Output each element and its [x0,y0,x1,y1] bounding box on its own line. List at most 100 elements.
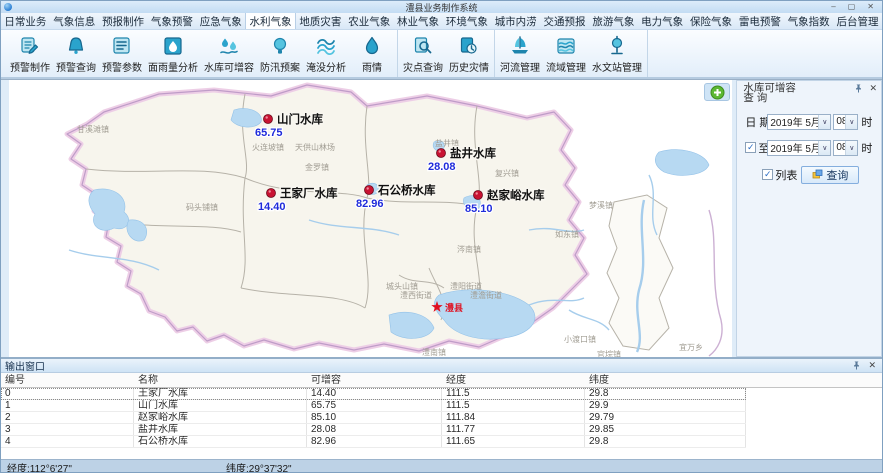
town-label-涔南镇: 涔南镇 [457,244,481,254]
reservoir-marker-王家厂水库[interactable] [267,189,276,198]
toolbar-button-预警参数[interactable]: 预警参数 [99,32,145,75]
maximize-button[interactable]: ▢ [848,2,856,12]
query-button[interactable]: 查询 [801,166,859,184]
menu-tab-林业气象[interactable]: 林业气象 [394,13,443,29]
to-date-checkbox[interactable]: ✓ [745,142,756,153]
submerge-wave-icon [315,34,337,58]
toolbar-button-历史灾情[interactable]: 历史灾情 [446,32,492,75]
table-row-石公桥水库[interactable]: 4石公桥水库82.96111.6529.8 [1,436,882,448]
county-map[interactable]: 甘溪滩镇火连坡镇天供山林场金罗镇盐井镇码头铺镇复兴镇梦溪镇如东镇涔南镇城头山镇澧… [9,80,732,357]
output-table-header: 编号名称可增容经度纬度 [1,373,882,388]
menu-tab-气象指数[interactable]: 气象指数 [784,13,833,29]
cell-经度: 111.84 [442,412,585,423]
output-table-body: 0王家厂水库14.40111.529.81山门水库65.75111.529.92… [1,388,882,459]
chevron-down-icon[interactable]: ∨ [818,141,830,155]
menu-tab-旅游气象[interactable]: 旅游气象 [589,13,638,29]
table-row-盐井水库[interactable]: 3盐井水库28.08111.7729.85 [1,424,882,436]
plus-icon [710,85,725,100]
town-label-城头山镇: 城头山镇 [386,281,418,291]
cell-经度: 111.5 [442,400,585,411]
menu-tab-雷电预警[interactable]: 雷电预警 [735,13,784,29]
cell-纬度: 29.8 [585,388,746,399]
hour-from-select[interactable]: 08 ∨ [833,114,858,130]
list-checkbox[interactable]: ✓ [762,169,773,180]
toolbar-button-雨情[interactable]: 雨情 [349,32,395,75]
toolbar-button-预警制作[interactable]: 预警制作 [7,32,53,75]
menu-tab-水利气象[interactable]: 水利气象 [245,13,296,29]
toolbar-button-label: 水文站管理 [592,59,642,74]
town-label-火连坡镇: 火连坡镇 [252,142,284,152]
column-header-名称[interactable]: 名称 [134,373,307,387]
map-area[interactable]: 甘溪滩镇火连坡镇天供山林场金罗镇盐井镇码头铺镇复兴镇梦溪镇如东镇涔南镇城头山镇澧… [9,80,732,357]
cell-纬度: 29.79 [585,412,746,423]
reservoir-marker-盐井水库[interactable] [437,149,446,158]
column-header-编号[interactable]: 编号 [1,373,134,387]
cell-经度: 111.77 [442,424,585,435]
marker-highlight [269,190,271,192]
status-latitude: 纬度:29°37'32" [220,460,292,473]
close-button[interactable]: ✕ [867,2,874,12]
town-label-码头铺镇: 码头铺镇 [186,202,218,212]
reservoir-value-王家厂水库: 14.40 [258,201,286,213]
toolbar-button-河流管理[interactable]: 河流管理 [497,32,543,75]
column-header-纬度[interactable]: 纬度 [585,373,746,387]
chevron-down-icon[interactable]: ∨ [845,115,857,129]
reservoir-value-赵家峪水库: 85.10 [465,203,493,215]
chevron-down-icon[interactable]: ∨ [845,141,857,155]
toolbar-button-防汛预案[interactable]: 防汛预案 [257,32,303,75]
reservoir-marker-山门水库[interactable] [264,115,273,124]
date-to-select[interactable]: 2019年 5月25日 ∨ [767,140,831,156]
table-row-赵家峪水库[interactable]: 2赵家峪水库85.10111.8429.79 [1,412,882,424]
params-list-icon [111,34,133,58]
map-zoom-in-button[interactable] [704,83,730,101]
panel-close-icon[interactable]: ✕ [869,84,877,93]
menu-tab-预报制作[interactable]: 预报制作 [99,13,148,29]
menu-tab-电力气象[interactable]: 电力气象 [638,13,687,29]
column-header-经度[interactable]: 经度 [442,373,585,387]
minimize-button[interactable]: – [831,2,835,12]
pin-icon[interactable] [854,84,863,93]
toolbar-button-流域管理[interactable]: 流域管理 [543,32,589,75]
output-close-icon[interactable]: ✕ [868,361,876,370]
menu-tab-农业气象[interactable]: 农业气象 [345,13,394,29]
town-label-澧澹街道: 澧澹街道 [470,290,502,300]
menu-tab-地质灾害[interactable]: 地质灾害 [296,13,345,29]
marker-highlight [367,187,369,189]
table-row-王家厂水库[interactable]: 0王家厂水库14.40111.529.8 [1,388,882,400]
toolbar-button-淹没分析[interactable]: 淹没分析 [303,32,349,75]
menu-tab-气象信息[interactable]: 气象信息 [50,13,99,29]
output-window-header: 输出窗口 ✕ [1,359,882,373]
toolbar-button-label: 灾点查询 [403,59,443,74]
menu-tab-气象预警[interactable]: 气象预警 [147,13,196,29]
reservoir-capacity-icon [218,34,240,58]
town-label-如东镇: 如东镇 [555,229,579,239]
cell-名称: 王家厂水库 [134,388,307,399]
menu-tab-日常业务[interactable]: 日常业务 [1,13,50,29]
menu-tab-保险气象[interactable]: 保险气象 [687,13,736,29]
menu-tab-应急气象[interactable]: 应急气象 [196,13,245,29]
menu-tab-后台管理[interactable]: 后台管理 [833,13,882,29]
title-bar: 澧县业务制作系统 – ▢ ✕ [1,1,882,13]
reservoir-value-山门水库: 65.75 [255,127,283,139]
column-header-可增容[interactable]: 可增容 [307,373,442,387]
toolbar-button-预警查询[interactable]: 预警查询 [53,32,99,75]
toolbar-button-水库可增容[interactable]: 水库可增容 [201,32,257,75]
date-from-select[interactable]: 2019年 5月24日 ∨ [767,114,831,130]
reservoir-marker-赵家峪水库[interactable] [474,191,483,200]
reservoir-marker-石公桥水库[interactable] [365,186,374,195]
town-label-澧西街道: 澧西街道 [400,290,432,300]
town-label-复兴镇: 复兴镇 [495,168,519,178]
cell-名称: 石公桥水库 [134,436,307,447]
menu-tab-交通预报[interactable]: 交通预报 [540,13,589,29]
menu-tab-城市内涝[interactable]: 城市内涝 [491,13,540,29]
toolbar-button-label: 雨情 [362,59,382,74]
hour-to-select[interactable]: 08 ∨ [833,140,858,156]
pin-icon[interactable] [852,361,861,370]
table-row-山门水库[interactable]: 1山门水库65.75111.529.9 [1,400,882,412]
toolbar-button-面雨量分析[interactable]: 面雨量分析 [145,32,201,75]
toolbar-button-水文站管理[interactable]: 水文站管理 [589,32,645,75]
menu-tab-环境气象[interactable]: 环境气象 [442,13,491,29]
chevron-down-icon[interactable]: ∨ [818,115,830,129]
toolbar-button-灾点查询[interactable]: 灾点查询 [400,32,446,75]
toolbar-button-label: 历史灾情 [449,59,489,74]
